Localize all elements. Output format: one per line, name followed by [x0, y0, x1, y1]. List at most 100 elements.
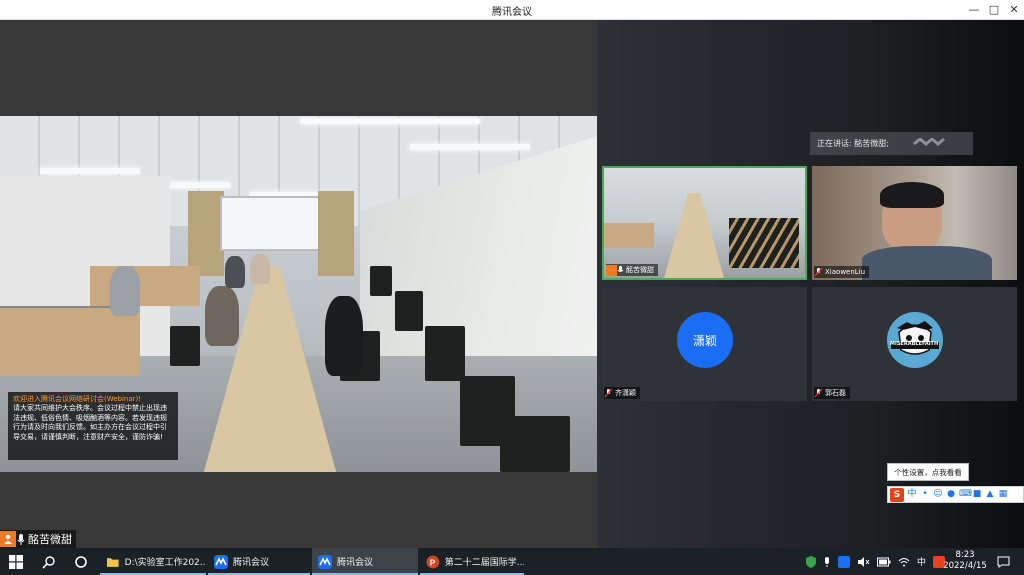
grid-menu-icon[interactable]: ▦	[998, 487, 1008, 502]
mini-chairs	[729, 218, 799, 268]
chair	[370, 266, 392, 296]
participant-avatar: MISERABLEFAITH	[887, 312, 943, 368]
cortana-button[interactable]	[66, 548, 96, 575]
tile-video	[604, 168, 805, 278]
room-window	[220, 196, 320, 251]
webinar-notice: 欢迎进入腾讯会议网络研讨会(Webinar)! 请大家共同维护大会秩序。会议过程…	[8, 392, 178, 460]
chair	[500, 416, 570, 472]
folder-icon	[106, 557, 119, 567]
participant-name: 酩苦微甜	[626, 266, 654, 274]
maximize-button[interactable]: □	[986, 2, 1002, 18]
cartoon-avatar-icon	[891, 321, 939, 355]
taskbar-app-label: 第二十二届国际学...	[444, 558, 524, 568]
tencent-meeting-icon	[318, 554, 332, 569]
taskbar-app-label: 腾讯会议	[233, 558, 270, 568]
ime-toolbar[interactable]: S 中 • ☺ ● ⌨ ■ ▲ ▦	[887, 486, 1024, 503]
skin-icon[interactable]: ▲	[985, 487, 995, 502]
host-user-icon	[606, 264, 617, 276]
cortana-circle-icon	[75, 555, 87, 568]
taskbar-app-powerpoint[interactable]: P 第二十二届国际学...	[420, 548, 524, 575]
start-button[interactable]	[0, 548, 32, 575]
self-name: 酩苦微甜	[28, 533, 72, 546]
mini-desk	[604, 223, 654, 248]
security-shield-icon[interactable]	[806, 555, 816, 568]
participant-tile-xiaowenliu[interactable]: XiaowenLiu	[812, 166, 1017, 280]
notice-title: 欢迎进入腾讯会议网络研讨会(Webinar)!	[13, 395, 142, 403]
chair	[395, 291, 423, 331]
taskbar-app-label: D:\实验室工作202...	[124, 558, 206, 568]
windows-logo-icon	[9, 554, 23, 569]
system-tray: 中	[806, 548, 946, 575]
ime-mode-toggle[interactable]: 中	[907, 487, 917, 502]
ceiling-light	[300, 118, 480, 124]
shoulders	[862, 246, 992, 280]
avatar-initials: 潇颖	[692, 333, 717, 348]
system-clock[interactable]: 8:23 2022/4/15	[940, 550, 990, 572]
tile-video	[812, 166, 1017, 280]
search-icon	[42, 555, 55, 569]
window-title: 腾讯会议	[492, 7, 532, 18]
window-titlebar: 腾讯会议 — □ ✕	[0, 0, 1024, 20]
clock-time: 8:23	[955, 550, 975, 560]
main-video-stage[interactable]: 欢迎进入腾讯会议网络研讨会(Webinar)! 请大家共同维护大会秩序。会议过程…	[0, 20, 597, 548]
minimize-button[interactable]: —	[966, 2, 982, 18]
participant-name: 齐潇颖	[615, 389, 636, 397]
keyboard-icon[interactable]: ⌨	[959, 487, 972, 502]
participant-name: XiaowenLiu	[825, 268, 866, 276]
tencent-meeting-tray-icon[interactable]	[838, 555, 850, 568]
attendee	[250, 254, 270, 284]
participant-name: 郭石磊	[825, 389, 846, 397]
wifi-icon[interactable]	[898, 557, 910, 567]
audio-wave-icon	[913, 138, 945, 146]
toolbox-icon[interactable]: ■	[972, 487, 982, 502]
taskbar-app-label: 腾讯会议	[337, 558, 374, 568]
punctuation-icon[interactable]: •	[920, 487, 930, 502]
tile-name-label: 郭石磊	[814, 387, 850, 399]
close-button[interactable]: ✕	[1006, 2, 1022, 18]
windows-taskbar: D:\实验室工作202... 腾讯会议 腾讯会议 P 第二十二届国际学... 中…	[0, 548, 1024, 575]
battery-icon[interactable]	[877, 557, 891, 567]
ceiling-light	[40, 168, 140, 174]
tencent-meeting-icon	[214, 554, 228, 569]
mic-muted-icon	[814, 388, 823, 398]
hair	[880, 182, 944, 208]
curtain	[188, 191, 224, 276]
volume-muted-icon[interactable]	[857, 556, 870, 568]
front-desk	[0, 306, 140, 376]
emoji-icon[interactable]: ☺	[933, 487, 943, 502]
mic-muted-icon	[604, 388, 613, 398]
participant-tile-guoshilei[interactable]: MISERABLEFAITH 郭石磊	[812, 287, 1017, 401]
tile-name-label: 酩苦微甜	[606, 264, 658, 276]
voice-input-icon[interactable]: ●	[946, 487, 956, 502]
ime-tooltip: 个性设置，点我看看	[887, 463, 969, 481]
input-language-indicator[interactable]: 中	[917, 555, 926, 568]
speaking-indicator: 正在讲话: 酩苦微甜;	[810, 132, 973, 155]
chair	[170, 326, 200, 366]
chair	[425, 326, 465, 381]
notice-body: 请大家共同维护大会秩序。会议过程中禁止出现违法违规、低俗色情、吸烟酗酒等内容。若…	[13, 404, 167, 441]
notification-center-button[interactable]	[992, 548, 1014, 575]
microphone-icon	[16, 531, 26, 547]
attendee	[110, 266, 140, 316]
tile-name-label: 齐潇颖	[604, 387, 640, 399]
taskbar-app-tencent-meeting-1[interactable]: 腾讯会议	[208, 548, 310, 575]
self-name-label: 酩苦微甜	[0, 530, 76, 548]
taskbar-app-explorer[interactable]: D:\实验室工作202...	[100, 548, 206, 575]
notification-icon	[997, 556, 1009, 568]
host-user-icon	[0, 531, 16, 547]
avatar-text: MISERABLEFAITH	[890, 341, 939, 347]
taskbar-app-tencent-meeting-2[interactable]: 腾讯会议	[312, 548, 418, 575]
tile-name-label: XiaowenLiu	[814, 266, 870, 278]
svg-text:P: P	[430, 558, 435, 567]
microphone-tray-icon[interactable]	[823, 556, 831, 568]
clock-date: 2022/4/15	[943, 561, 987, 571]
search-button[interactable]	[34, 548, 64, 575]
ceiling-light	[410, 144, 530, 150]
participant-tile-active[interactable]: 酩苦微甜	[602, 166, 807, 280]
curtain	[318, 191, 354, 276]
participant-tile-qixiaoying[interactable]: 潇颖 齐潇颖	[602, 287, 807, 401]
mini-table	[664, 193, 724, 278]
powerpoint-icon: P	[426, 555, 440, 568]
mic-muted-icon	[814, 267, 823, 277]
sogou-logo-icon[interactable]: S	[890, 487, 904, 502]
